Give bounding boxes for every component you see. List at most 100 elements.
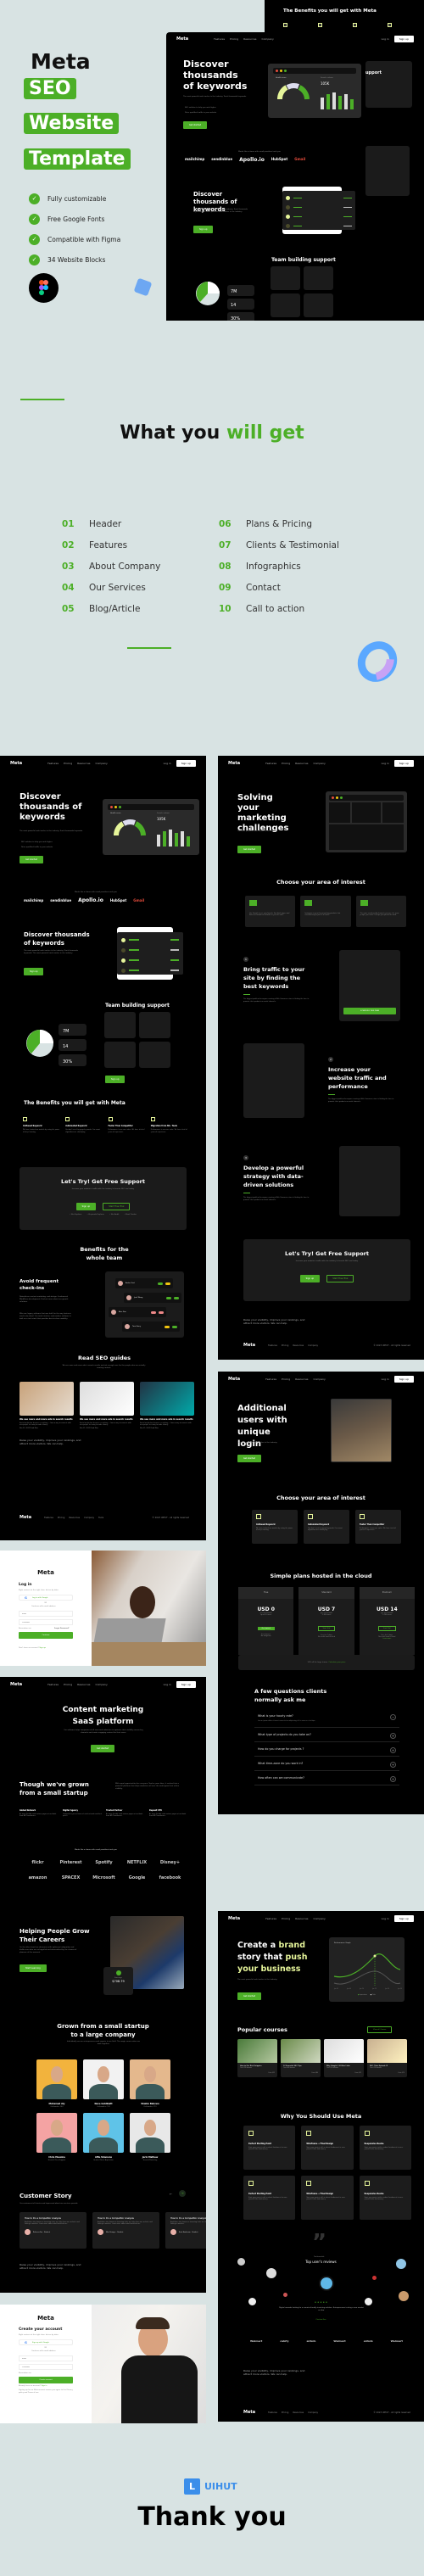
team-cta-button[interactable]: Sign up: [105, 1076, 126, 1083]
hero-cta-button[interactable]: Get started: [20, 856, 44, 863]
cta-signup-button[interactable]: Sign up: [75, 1203, 97, 1210]
cta-feature: • Site Audit: [109, 1214, 120, 1215]
member-photo: [36, 2113, 77, 2153]
guide-title: We see more and more ads in search resul…: [20, 1418, 73, 1421]
expand-icon[interactable]: +: [390, 1776, 396, 1782]
faq-item[interactable]: What time-zone do you work in? +: [254, 1757, 399, 1771]
expand-icon[interactable]: +: [390, 1762, 396, 1768]
nav-link[interactable]: Features: [47, 762, 59, 765]
story-card[interactable]: How to Do a Competitor Analysis Backlinks…: [165, 2212, 206, 2249]
start-trial-button[interactable]: Start Trial: [378, 1626, 396, 1631]
faq-item[interactable]: What is your hourly rate? Lorem ipsum dol…: [254, 1709, 399, 1728]
nav-link[interactable]: Features: [214, 37, 225, 41]
guide-card[interactable]: We see more and more ads in search resul…: [80, 1382, 134, 1429]
reviewer-avatar: [396, 2259, 406, 2269]
course-card[interactable]: 12 Essential SEO Tips Over 400 lessons Fro…: [281, 2039, 321, 2077]
story-prev-button[interactable]: ←: [170, 2192, 172, 2196]
start-trial-button[interactable]: Start Trial: [317, 1626, 336, 1631]
guide-card[interactable]: We see more and more ads in search resul…: [20, 1382, 74, 1429]
stat-card: 7M: [59, 1024, 86, 1036]
hero-cta-button[interactable]: Get started: [237, 846, 262, 853]
view-all-courses-button[interactable]: View all Course: [367, 2026, 393, 2033]
mockup-cta-button[interactable]: Get started: [183, 121, 208, 129]
benefit-text: We have trained our models by using the …: [23, 1129, 60, 1133]
faq-item[interactable]: How do you charge for projects ? +: [254, 1742, 399, 1757]
checkins-title: Avoid frequent check-ins: [20, 1279, 59, 1291]
schedule-plan-button[interactable]: SCHEDULE THIS PLAN: [343, 1008, 396, 1014]
nav-link[interactable]: Company: [96, 762, 108, 765]
story-author: Rebecca Fox · Student: [25, 2229, 81, 2235]
author-name: Ernie Anderson · Student: [179, 2231, 198, 2233]
guide-card[interactable]: We see more and more ads in search resul…: [140, 1382, 194, 1429]
nav-logo[interactable]: Meta: [176, 36, 188, 42]
nav-link[interactable]: Company: [262, 37, 274, 41]
hero-cta-button[interactable]: Get started: [237, 1992, 262, 2000]
volume-bars: [157, 826, 190, 847]
plan-name: Free: [238, 1587, 294, 1599]
faq-item[interactable]: How often can we communicate? +: [254, 1771, 399, 1785]
signup-button[interactable]: Sign up: [393, 36, 414, 42]
interest-card[interactable]: Use Growth to set your favorite Facebook…: [245, 896, 296, 927]
interest-card[interactable]: Automated Keyword You don't need to group…: [304, 1510, 349, 1544]
create-account-button[interactable]: Create account: [19, 2377, 73, 2383]
email-input[interactable]: [19, 1611, 73, 1617]
heart-icon: [283, 2293, 287, 2297]
hero-cta-button[interactable]: Get started: [237, 1455, 262, 1462]
hero-cta-button[interactable]: Get started: [91, 1745, 115, 1752]
login-link[interactable]: Log in: [382, 37, 389, 41]
checkins-card: Andre Gad Jack Wong Alex Kan Tom Harry: [105, 1271, 184, 1338]
plan-feature: No credit card needed: [318, 1636, 335, 1638]
status-pill: [151, 1310, 156, 1314]
story-card[interactable]: How to Do a Competitor Analysis Backlinks…: [92, 2212, 159, 2249]
why-text: Start your project with a robust fundame…: [306, 2147, 346, 2150]
nav-link[interactable]: Resources: [243, 37, 256, 41]
step: 3 Develop a powerful strategy with data-d…: [243, 1155, 311, 1202]
collapse-icon[interactable]: −: [390, 1714, 396, 1720]
google-login-button[interactable]: G Log in with Google: [19, 1595, 73, 1601]
story-card[interactable]: How to Do a Competitor Analysis Backlinks…: [20, 2212, 86, 2249]
forgot-password-link[interactable]: Forgot Password?: [54, 1628, 69, 1630]
password-input[interactable]: [19, 2364, 73, 2370]
expand-icon[interactable]: +: [390, 1733, 396, 1739]
nav-link[interactable]: Pricing: [64, 762, 72, 765]
cta-trial-button[interactable]: Start Free Trial: [326, 1275, 354, 1282]
column-title: Deposit UFA: [149, 1809, 162, 1812]
password-input[interactable]: [19, 1619, 73, 1625]
email-input[interactable]: [19, 2355, 73, 2361]
get-started-button[interactable]: Get started: [257, 1627, 275, 1630]
course-card[interactable]: How to Get Rich Snippets Over 200 lessons…: [237, 2039, 277, 2077]
nav-logo[interactable]: Meta: [10, 761, 22, 766]
interest-card[interactable]: Faster Than Competitor Performance is our…: [355, 1510, 401, 1544]
interest-card[interactable]: Instagram is great for promoting product…: [300, 896, 351, 927]
expand-icon[interactable]: +: [390, 1747, 396, 1753]
cta-signup-button[interactable]: Sign up: [299, 1275, 321, 1282]
faq-item[interactable]: What type of projects do you take on? +: [254, 1728, 399, 1742]
team-member: Alfie Simmons Head of Talent Acquisition: [83, 2113, 124, 2161]
remember-checkbox[interactable]: Remember me: [19, 1628, 31, 1630]
interest-card[interactable]: AI-Based Keyword We have trained our mode…: [252, 1510, 298, 1544]
interest-card[interactable]: The more social media channels you use, …: [355, 896, 406, 927]
signup-button[interactable]: Sign up: [176, 760, 196, 767]
login-link[interactable]: Log in: [164, 762, 171, 765]
benefit-icon: [283, 23, 287, 27]
continue-button[interactable]: Continue: [19, 1632, 73, 1639]
cta-trial-button[interactable]: Start Free Trial: [103, 1203, 131, 1210]
course-card[interactable]: SEO Clinic Episode III Over 230 lessons Fr…: [367, 2039, 407, 2077]
section2-button[interactable]: Sign up: [24, 968, 44, 975]
mockup-section2-button[interactable]: Sign up: [193, 226, 214, 233]
column-title: Global Network: [20, 1809, 36, 1812]
start-learning-button[interactable]: Start Learning: [20, 1964, 47, 1972]
plan-users: up to 10 users: [260, 1614, 272, 1616]
google-signup-button[interactable]: G Sign up with Google: [19, 2339, 73, 2345]
course-price: From $99: [268, 2073, 276, 2074]
status-pill: [165, 1325, 170, 1328]
plan-feature[interactable]: Learn more: [360, 1638, 415, 1640]
nav-link[interactable]: Pricing: [230, 37, 238, 41]
course-card[interactable]: Why Google's 10 Blue Links Over 150 lesso…: [324, 2039, 364, 2077]
plan-price: USD 14: [377, 1607, 398, 1612]
remember-checkbox[interactable]: Remember me: [19, 2372, 31, 2375]
story-next-button[interactable]: →: [179, 2190, 186, 2197]
nav-logo[interactable]: Meta: [228, 761, 240, 766]
interest-text: Use Growth to set your favorite Facebook…: [249, 913, 290, 916]
nav-link[interactable]: Resources: [77, 762, 90, 765]
